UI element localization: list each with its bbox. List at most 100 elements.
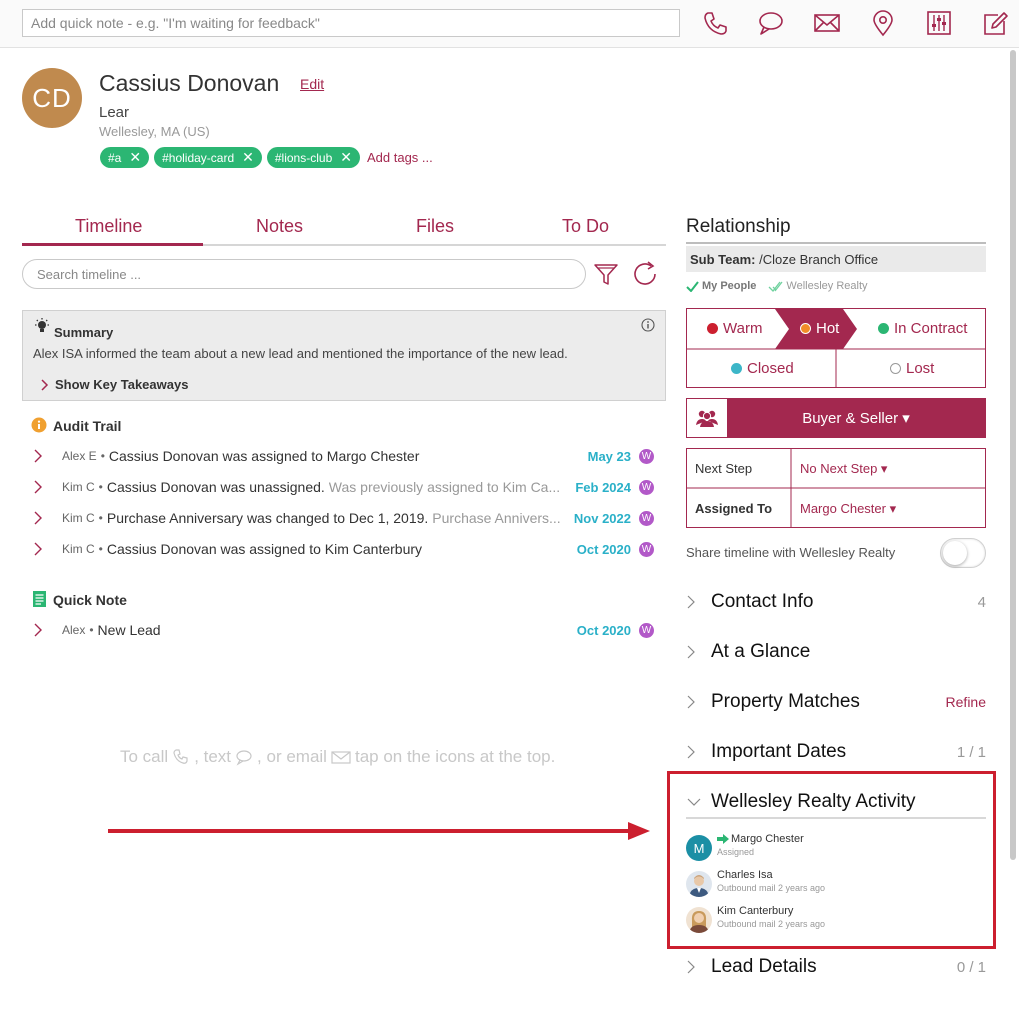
team-badge: W xyxy=(639,510,654,526)
row-date: Oct 2020 xyxy=(576,541,631,557)
status-label: Warm xyxy=(723,320,763,337)
section-count: 1 / 1 xyxy=(956,743,986,761)
summary-card: Summary Alex ISA informed the team about… xyxy=(22,310,666,401)
tab-notes[interactable]: Notes xyxy=(256,216,303,237)
timeline-tabs: Timeline Notes Files To Do xyxy=(22,212,666,246)
timeline-row[interactable]: Alex • New Lead Oct 2020 W xyxy=(22,618,666,642)
activity-detail: Outbound mail 2 years ago xyxy=(717,919,826,929)
row-author: Alex E xyxy=(62,449,97,463)
remove-tag-icon[interactable]: ✕ xyxy=(129,149,141,166)
status-label: Closed xyxy=(747,360,794,377)
compose-icon[interactable] xyxy=(980,9,1010,37)
subteam-row: Sub Team: /Cloze Branch Office xyxy=(686,246,986,272)
activity-item[interactable]: Charles Isa Outbound mail 2 years ago xyxy=(686,869,986,899)
location-pin-icon[interactable] xyxy=(868,9,898,37)
section-count: 0 / 1 xyxy=(956,958,986,976)
section-wellesley-realty-activity[interactable]: Wellesley Realty Activity xyxy=(686,787,986,817)
row-date: Nov 2022 xyxy=(573,510,631,526)
share-timeline-toggle[interactable] xyxy=(940,538,986,568)
add-tags-link[interactable]: Add tags ... xyxy=(367,150,433,165)
remove-tag-icon[interactable]: ✕ xyxy=(242,149,254,166)
row-text: New Lead xyxy=(97,622,161,638)
tag-chip[interactable]: #lions-club ✕ xyxy=(266,147,360,168)
status-in-contract[interactable]: In Contract xyxy=(878,320,967,337)
row-date: Oct 2020 xyxy=(576,622,631,638)
refine-link[interactable]: Refine xyxy=(946,694,986,710)
mail-icon xyxy=(331,749,351,765)
mail-icon[interactable] xyxy=(812,9,842,37)
section-important-dates[interactable]: Important Dates 1 / 1 xyxy=(686,737,986,767)
chevron-right-icon xyxy=(34,623,54,637)
scrollbar[interactable] xyxy=(1008,50,1018,860)
timeline-row[interactable]: Kim C • Cassius Donovan was unassigned. W… xyxy=(22,475,666,499)
lightbulb-icon xyxy=(33,317,51,335)
chevron-right-icon xyxy=(686,959,704,975)
row-author: Alex xyxy=(62,623,86,637)
sliders-icon[interactable] xyxy=(924,9,954,37)
section-contact-info[interactable]: Contact Info 4 xyxy=(686,587,986,617)
status-closed[interactable]: Closed xyxy=(731,360,794,377)
show-key-takeaways-toggle[interactable]: Show Key Takeaways xyxy=(41,377,188,392)
chevron-right-icon xyxy=(41,378,49,391)
filter-icon[interactable] xyxy=(593,260,619,288)
relationship-status-selector: Warm Hot In Contract Closed Lost xyxy=(686,308,986,388)
timeline-row[interactable]: Kim C • Cassius Donovan was assigned to K… xyxy=(22,537,666,561)
phone-icon[interactable] xyxy=(700,9,730,37)
section-label: Contact Info xyxy=(711,591,814,612)
info-icon[interactable] xyxy=(641,318,655,332)
section-lead-details[interactable]: Lead Details 0 / 1 xyxy=(686,952,986,982)
divider xyxy=(686,242,986,244)
section-count: 4 xyxy=(977,593,986,611)
timeline-row[interactable]: Alex E • Cassius Donovan was assigned to … xyxy=(22,444,666,468)
people-icon xyxy=(687,399,727,437)
team-badge: W xyxy=(639,448,654,464)
quick-note-input[interactable] xyxy=(22,9,680,37)
status-hot[interactable]: Hot xyxy=(800,320,839,337)
contact-location: Wellesley, MA (US) xyxy=(99,124,210,139)
contact-avatar: CD xyxy=(22,68,82,128)
next-step-dropdown[interactable]: No Next Step ▾ xyxy=(800,461,887,477)
chevron-right-icon xyxy=(34,542,54,556)
check-label: Wellesley Realty xyxy=(786,280,868,292)
search-timeline-input[interactable] xyxy=(22,259,586,289)
tag-label: #lions-club xyxy=(274,150,333,165)
info-circle-icon xyxy=(31,417,47,433)
tab-files[interactable]: Files xyxy=(416,216,454,237)
status-warm[interactable]: Warm xyxy=(707,320,762,337)
status-dot xyxy=(707,323,718,334)
tab-timeline[interactable]: Timeline xyxy=(75,216,142,237)
subteam-value: /Cloze Branch Office xyxy=(759,252,879,267)
tag-chip[interactable]: #holiday-card ✕ xyxy=(154,147,262,168)
activity-item[interactable]: M Margo Chester Assigned xyxy=(686,833,986,863)
subteam-label: Sub Team: xyxy=(690,252,756,267)
next-step-grid: Next Step No Next Step ▾ Assigned To Mar… xyxy=(686,448,986,528)
row-date: May 23 xyxy=(587,448,631,464)
tab-to-do[interactable]: To Do xyxy=(562,216,609,237)
row-text: Cassius Donovan was assigned to Kim Cant… xyxy=(106,541,423,557)
section-at-a-glance[interactable]: At a Glance xyxy=(686,637,986,667)
section-label: Important Dates xyxy=(711,741,847,762)
status-dot xyxy=(878,323,889,334)
avatar: M xyxy=(686,835,712,861)
activity-item[interactable]: Kim Canterbury Outbound mail 2 years ago xyxy=(686,905,986,935)
status-lost[interactable]: Lost xyxy=(890,360,934,377)
section-property-matches[interactable]: Property Matches Refine xyxy=(686,687,986,717)
refresh-icon[interactable] xyxy=(633,260,659,288)
toggle-label: Show Key Takeaways xyxy=(55,377,189,392)
team-badge: W xyxy=(639,622,654,638)
assigned-to-dropdown[interactable]: Margo Chester ▾ xyxy=(800,501,896,517)
contact-title: Lear xyxy=(99,104,130,121)
tag-chip[interactable]: #a ✕ xyxy=(100,147,150,168)
remove-tag-icon[interactable]: ✕ xyxy=(340,149,352,166)
role-dropdown-button[interactable]: Buyer & Seller ▾ xyxy=(727,399,985,437)
chevron-right-icon xyxy=(34,511,54,525)
tag-label: #a xyxy=(108,150,122,165)
chat-icon[interactable] xyxy=(756,9,786,37)
share-timeline-label: Share timeline with Wellesley Realty xyxy=(686,545,896,560)
activity-name: Kim Canterbury xyxy=(717,905,794,917)
timeline-row[interactable]: Kim C • Purchase Anniversary was changed … xyxy=(22,506,666,530)
row-author: Kim C xyxy=(62,480,95,494)
section-label: Lead Details xyxy=(711,956,817,977)
edit-link[interactable]: Edit xyxy=(300,76,324,92)
activity-detail: Outbound mail 2 years ago xyxy=(717,883,826,893)
